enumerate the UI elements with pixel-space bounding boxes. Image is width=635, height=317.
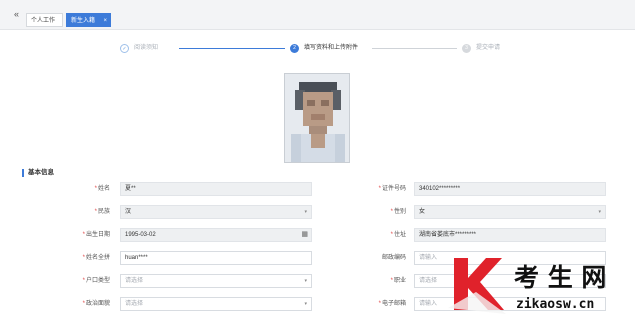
step-indicator: ✓ 阅读须知 2 填写资料和上传附件 3 提交申请	[16, 42, 635, 56]
political-status-select[interactable]: 请选择 ▾	[120, 297, 312, 311]
close-icon[interactable]: ×	[103, 14, 107, 28]
chevron-down-icon: ▾	[598, 209, 601, 215]
step-fill-info: 2 填写资料和上传附件	[290, 42, 358, 54]
label-political-status: *政治面貌	[82, 301, 110, 307]
tabs-bar: « 个人工作台 新生入籍 ×	[0, 0, 635, 38]
label-address: *住址	[390, 232, 406, 238]
label-postal-code: 邮政编码	[381, 255, 406, 261]
label-birth-date: *出生日期	[82, 232, 110, 238]
id-photo[interactable]	[284, 73, 350, 163]
watermark-logo: 考 生 网 zikaosw.cn	[446, 252, 635, 317]
gender-select[interactable]: 女 ▾	[414, 205, 606, 219]
tab-newborn-registration[interactable]: 新生入籍 ×	[66, 13, 111, 27]
label-household-type: *户口类型	[82, 278, 110, 284]
pixelated-portrait-image	[285, 74, 349, 162]
step-submit: 3 提交申请	[462, 42, 500, 54]
watermark-url-text: zikaosw.cn	[516, 297, 594, 312]
step-number: 2	[290, 43, 299, 53]
address-field: 湖南省娄底市*********	[414, 228, 606, 242]
tab-personal-workbench[interactable]: 个人工作台	[26, 13, 63, 38]
household-type-select[interactable]: 请选择 ▾	[120, 274, 312, 288]
label-name: *姓名	[94, 186, 110, 192]
name-field: 夏**	[120, 182, 312, 196]
watermark-brand-text: 考 生 网	[514, 263, 606, 292]
check-icon: ✓	[120, 43, 129, 53]
step-connector	[179, 48, 285, 49]
calendar-icon[interactable]: ▦	[301, 229, 308, 241]
collapse-sidebar-icon[interactable]: «	[14, 9, 19, 19]
step-connector	[372, 48, 457, 49]
label-email: *电子邮箱	[378, 301, 406, 307]
step-read-notice: ✓ 阅读须知	[120, 42, 158, 54]
name-pinyin-input[interactable]: huan****	[120, 251, 312, 265]
label-ethnicity: *民族	[94, 209, 110, 215]
tab-label: 新生入籍	[71, 18, 96, 24]
label-gender: *性别	[390, 209, 406, 215]
chevron-down-icon: ▾	[304, 278, 307, 284]
chevron-down-icon: ▾	[304, 301, 307, 307]
birth-date-picker[interactable]: 1995-03-02 ▦	[120, 228, 312, 242]
step-number: 3	[462, 43, 471, 53]
step-label: 填写资料和上传附件	[304, 45, 359, 51]
section-title-basic-info: 基本信息	[22, 169, 54, 177]
id-number-field: 340102*********	[414, 182, 606, 196]
chevron-down-icon: ▾	[304, 209, 307, 215]
ethnicity-select[interactable]: 汉 ▾	[120, 205, 312, 219]
label-name-pinyin: *姓名全拼	[82, 255, 110, 261]
step-label: 阅读须知	[134, 45, 159, 51]
label-occupation: *职业	[390, 278, 406, 284]
step-label: 提交申请	[476, 45, 501, 51]
label-id-number: *证件号码	[378, 186, 406, 192]
